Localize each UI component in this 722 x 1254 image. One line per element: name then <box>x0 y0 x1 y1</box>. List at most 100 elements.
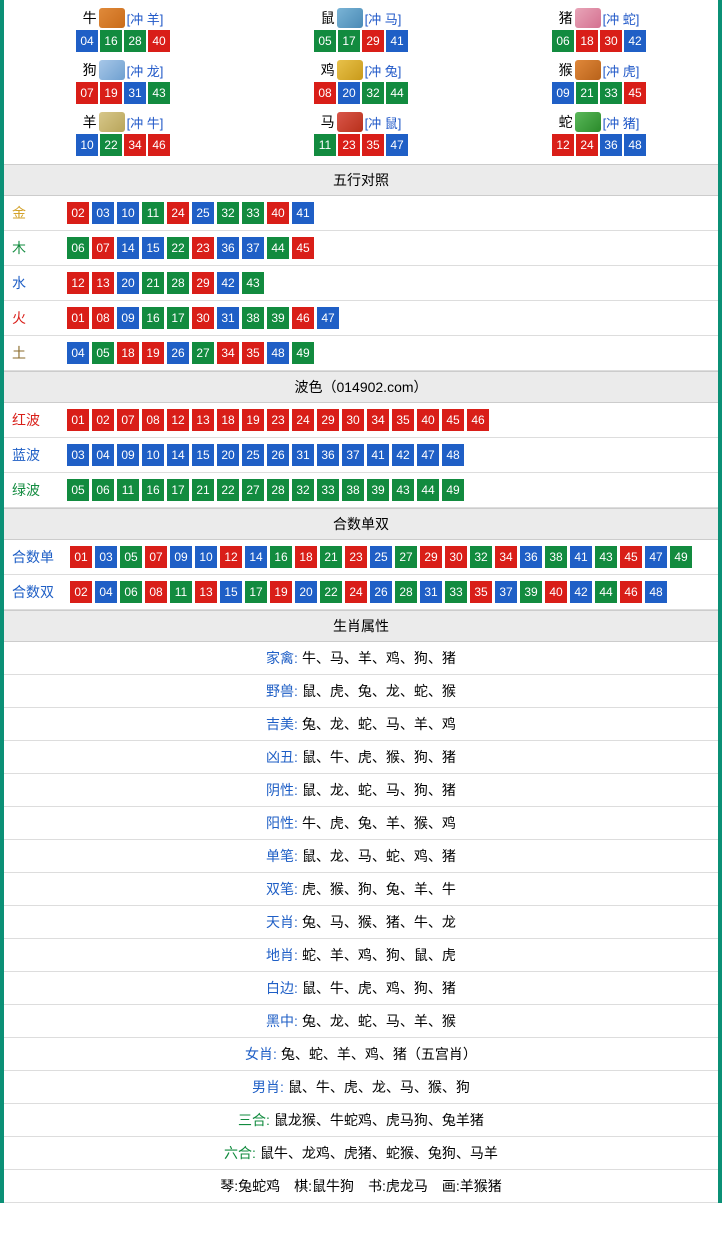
zodiac-name: 猪 <box>559 8 573 28</box>
zodiac-chong: [冲 兔] <box>365 61 402 80</box>
number-ball: 32 <box>217 202 239 224</box>
number-ball: 08 <box>314 82 336 104</box>
zodiac-icon <box>337 60 363 80</box>
number-ball: 30 <box>342 409 364 431</box>
number-ball: 33 <box>317 479 339 501</box>
number-ball: 14 <box>245 546 267 568</box>
number-ball: 33 <box>445 581 467 603</box>
zodiac-icon <box>99 60 125 80</box>
number-ball: 04 <box>95 581 117 603</box>
attr-row: 双笔:虎、猴、狗、兔、羊、牛 <box>4 873 718 906</box>
number-ball: 19 <box>142 342 164 364</box>
number-ball: 43 <box>148 82 170 104</box>
table-row: 合数单 010305070910121416182123252729303234… <box>4 540 718 575</box>
number-ball: 04 <box>76 30 98 52</box>
number-ball: 37 <box>342 444 364 466</box>
number-ball: 18 <box>295 546 317 568</box>
attr-row: 单笔:鼠、龙、马、蛇、鸡、猪 <box>4 840 718 873</box>
attr-row: 阴性:鼠、龙、蛇、马、狗、猪 <box>4 774 718 807</box>
number-ball: 40 <box>267 202 289 224</box>
attr-val: 鼠牛、龙鸡、虎猪、蛇猴、兔狗、马羊 <box>260 1145 498 1161</box>
number-ball: 15 <box>142 237 164 259</box>
number-ball: 25 <box>192 202 214 224</box>
zodiac-cell: 蛇 [冲 猪] 12243648 <box>480 108 718 160</box>
number-ball: 39 <box>367 479 389 501</box>
number-ball: 04 <box>92 444 114 466</box>
attr-val: 兔、龙、蛇、马、羊、鸡 <box>302 716 456 732</box>
row-label: 木 <box>4 231 59 266</box>
number-ball: 41 <box>367 444 389 466</box>
row-label: 合数单 <box>4 540 62 575</box>
number-ball: 38 <box>342 479 364 501</box>
heshu-table: 合数单 010305070910121416182123252729303234… <box>4 540 718 610</box>
zodiac-icon <box>99 8 125 28</box>
number-ball: 44 <box>386 82 408 104</box>
number-ball: 45 <box>620 546 642 568</box>
row-balls: 02031011242532334041 <box>59 196 718 231</box>
zodiac-icon <box>337 8 363 28</box>
attr-val: 鼠、虎、兔、龙、蛇、猴 <box>302 683 456 699</box>
number-ball: 15 <box>192 444 214 466</box>
row-label: 火 <box>4 301 59 336</box>
row-balls: 0108091617303138394647 <box>59 301 718 336</box>
table-row: 火 0108091617303138394647 <box>4 301 718 336</box>
section-shuxing: 生肖属性 <box>4 610 718 642</box>
attr-val: 牛、虎、兔、羊、猴、鸡 <box>302 815 456 831</box>
row-balls: 06071415222336374445 <box>59 231 718 266</box>
number-ball: 23 <box>192 237 214 259</box>
number-ball: 03 <box>67 444 89 466</box>
number-ball: 20 <box>117 272 139 294</box>
attr-val: 鼠、龙、蛇、马、狗、猪 <box>302 782 456 798</box>
number-ball: 29 <box>362 30 384 52</box>
attr-label: 六合: <box>224 1145 256 1161</box>
number-ball: 14 <box>167 444 189 466</box>
number-ball: 05 <box>92 342 114 364</box>
number-ball: 06 <box>120 581 142 603</box>
bose-table: 红波 0102070812131819232429303435404546 蓝波… <box>4 403 718 508</box>
zodiac-cell: 羊 [冲 牛] 10223446 <box>4 108 242 160</box>
zodiac-icon <box>575 8 601 28</box>
number-ball: 21 <box>142 272 164 294</box>
number-ball: 09 <box>552 82 574 104</box>
attrs-list: 家禽:牛、马、羊、鸡、狗、猪野兽:鼠、虎、兔、龙、蛇、猴吉美:兔、龙、蛇、马、羊… <box>4 642 718 1203</box>
attr-label: 吉美: <box>266 716 298 732</box>
number-ball: 02 <box>70 581 92 603</box>
number-ball: 23 <box>338 134 360 156</box>
row-label: 蓝波 <box>4 438 59 473</box>
zodiac-cell: 牛 [冲 羊] 04162840 <box>4 4 242 56</box>
number-ball: 34 <box>217 342 239 364</box>
number-ball: 20 <box>338 82 360 104</box>
section-wuxing: 五行对照 <box>4 164 718 196</box>
number-ball: 01 <box>67 409 89 431</box>
zodiac-chong: [冲 猪] <box>603 113 640 132</box>
number-ball: 33 <box>600 82 622 104</box>
number-ball: 24 <box>345 581 367 603</box>
number-ball: 28 <box>167 272 189 294</box>
table-row: 绿波 05061116172122272832333839434449 <box>4 473 718 508</box>
number-ball: 12 <box>220 546 242 568</box>
number-ball: 29 <box>420 546 442 568</box>
number-ball: 27 <box>242 479 264 501</box>
number-ball: 42 <box>624 30 646 52</box>
number-ball: 16 <box>142 479 164 501</box>
number-ball: 10 <box>117 202 139 224</box>
number-ball: 49 <box>442 479 464 501</box>
number-ball: 13 <box>195 581 217 603</box>
attr-row: 琴:兔蛇鸡 棋:鼠牛狗 书:虎龙马 画:羊猴猪 <box>4 1170 718 1203</box>
number-ball: 30 <box>192 307 214 329</box>
number-ball: 08 <box>145 581 167 603</box>
number-ball: 46 <box>148 134 170 156</box>
row-label: 水 <box>4 266 59 301</box>
number-ball: 36 <box>317 444 339 466</box>
zodiac-cell: 猪 [冲 蛇] 06183042 <box>480 4 718 56</box>
zodiac-name: 鼠 <box>321 8 335 28</box>
row-balls: 03040910141520252631363741424748 <box>59 438 718 473</box>
attr-val: 虎、猴、狗、兔、羊、牛 <box>302 881 456 897</box>
number-ball: 31 <box>217 307 239 329</box>
number-ball: 26 <box>370 581 392 603</box>
number-ball: 48 <box>624 134 646 156</box>
zodiac-icon <box>575 60 601 80</box>
attr-row: 黑中:兔、龙、蛇、马、羊、猴 <box>4 1005 718 1038</box>
zodiac-name: 鸡 <box>321 60 335 80</box>
number-ball: 36 <box>217 237 239 259</box>
